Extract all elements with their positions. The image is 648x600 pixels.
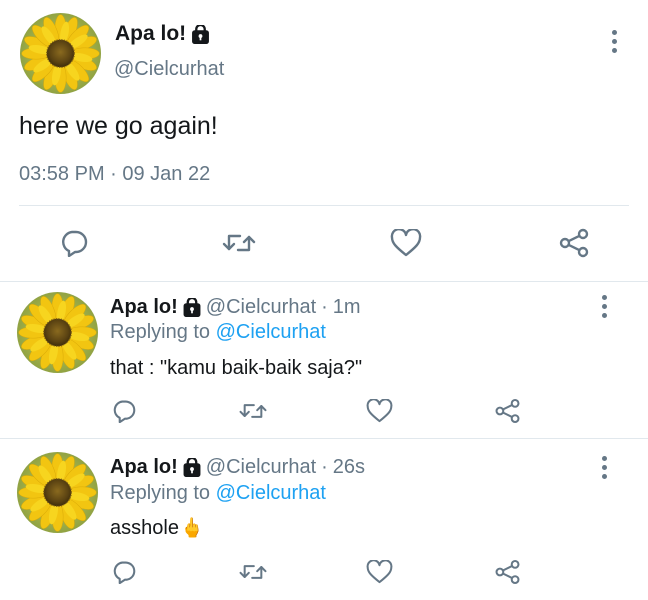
like-icon[interactable] bbox=[388, 226, 424, 260]
sunflower-avatar-image bbox=[17, 452, 98, 533]
handle[interactable]: @Cielcurhat bbox=[206, 296, 316, 319]
relative-time[interactable]: 1m bbox=[333, 296, 361, 319]
replying-to-line: Replying to @Cielcurhat bbox=[110, 321, 326, 344]
display-name[interactable]: Apa lo! bbox=[110, 296, 178, 319]
sunflower-avatar-image bbox=[17, 292, 98, 373]
replying-to-link[interactable]: @Cielcurhat bbox=[216, 321, 326, 343]
like-icon[interactable] bbox=[363, 396, 395, 426]
like-icon[interactable] bbox=[363, 557, 395, 587]
replying-to-label: Replying to bbox=[110, 321, 211, 343]
replying-to-link[interactable]: @Cielcurhat bbox=[216, 482, 326, 504]
avatar[interactable] bbox=[17, 292, 98, 373]
more-options-icon[interactable] bbox=[600, 295, 608, 318]
retweet-icon[interactable] bbox=[219, 226, 259, 260]
reply-text: that : "kamu baik-baik saja?" bbox=[110, 357, 362, 380]
handle[interactable]: @Cielcurhat bbox=[206, 456, 316, 479]
sunflower-avatar-image bbox=[20, 13, 101, 94]
relative-time[interactable]: 26s bbox=[333, 456, 365, 479]
lock-icon bbox=[182, 298, 201, 317]
lock-icon bbox=[192, 24, 210, 44]
tweet-text: here we go again! bbox=[19, 112, 218, 140]
divider bbox=[0, 281, 648, 282]
retweet-icon[interactable] bbox=[236, 396, 270, 426]
display-name[interactable]: Apa lo! bbox=[115, 22, 186, 46]
display-name-row: Apa lo! bbox=[115, 22, 210, 46]
retweet-icon[interactable] bbox=[236, 557, 270, 587]
reply-icon[interactable] bbox=[56, 226, 92, 260]
middle-finger-emoji: 🖕 bbox=[179, 518, 204, 539]
avatar[interactable] bbox=[20, 13, 101, 94]
reply-icon[interactable] bbox=[108, 396, 140, 426]
display-name[interactable]: Apa lo! bbox=[110, 456, 178, 479]
share-icon[interactable] bbox=[491, 557, 523, 587]
reply-text-content: asshole bbox=[110, 516, 179, 539]
lock-icon bbox=[182, 458, 201, 477]
divider bbox=[0, 438, 648, 439]
separator: · bbox=[321, 296, 328, 318]
replying-to-line: Replying to @Cielcurhat bbox=[110, 482, 326, 505]
timestamp[interactable]: 03:58 PM · 09 Jan 22 bbox=[19, 163, 210, 186]
replying-to-label: Replying to bbox=[110, 482, 211, 504]
avatar[interactable] bbox=[17, 452, 98, 533]
share-icon[interactable] bbox=[556, 226, 592, 260]
more-options-icon[interactable] bbox=[610, 30, 618, 53]
reply-icon[interactable] bbox=[108, 557, 140, 587]
separator: · bbox=[321, 456, 328, 478]
share-icon[interactable] bbox=[491, 396, 523, 426]
reply-header: Apa lo! @Cielcurhat · 1m bbox=[110, 296, 361, 319]
reply-text: asshole 🖕 bbox=[110, 516, 204, 540]
divider bbox=[19, 205, 629, 206]
reply-header: Apa lo! @Cielcurhat · 26s bbox=[110, 456, 365, 479]
reply-text-content: that : "kamu baik-baik saja?" bbox=[110, 357, 363, 379]
handle[interactable]: @Cielcurhat bbox=[114, 58, 224, 81]
more-options-icon[interactable] bbox=[600, 456, 608, 479]
